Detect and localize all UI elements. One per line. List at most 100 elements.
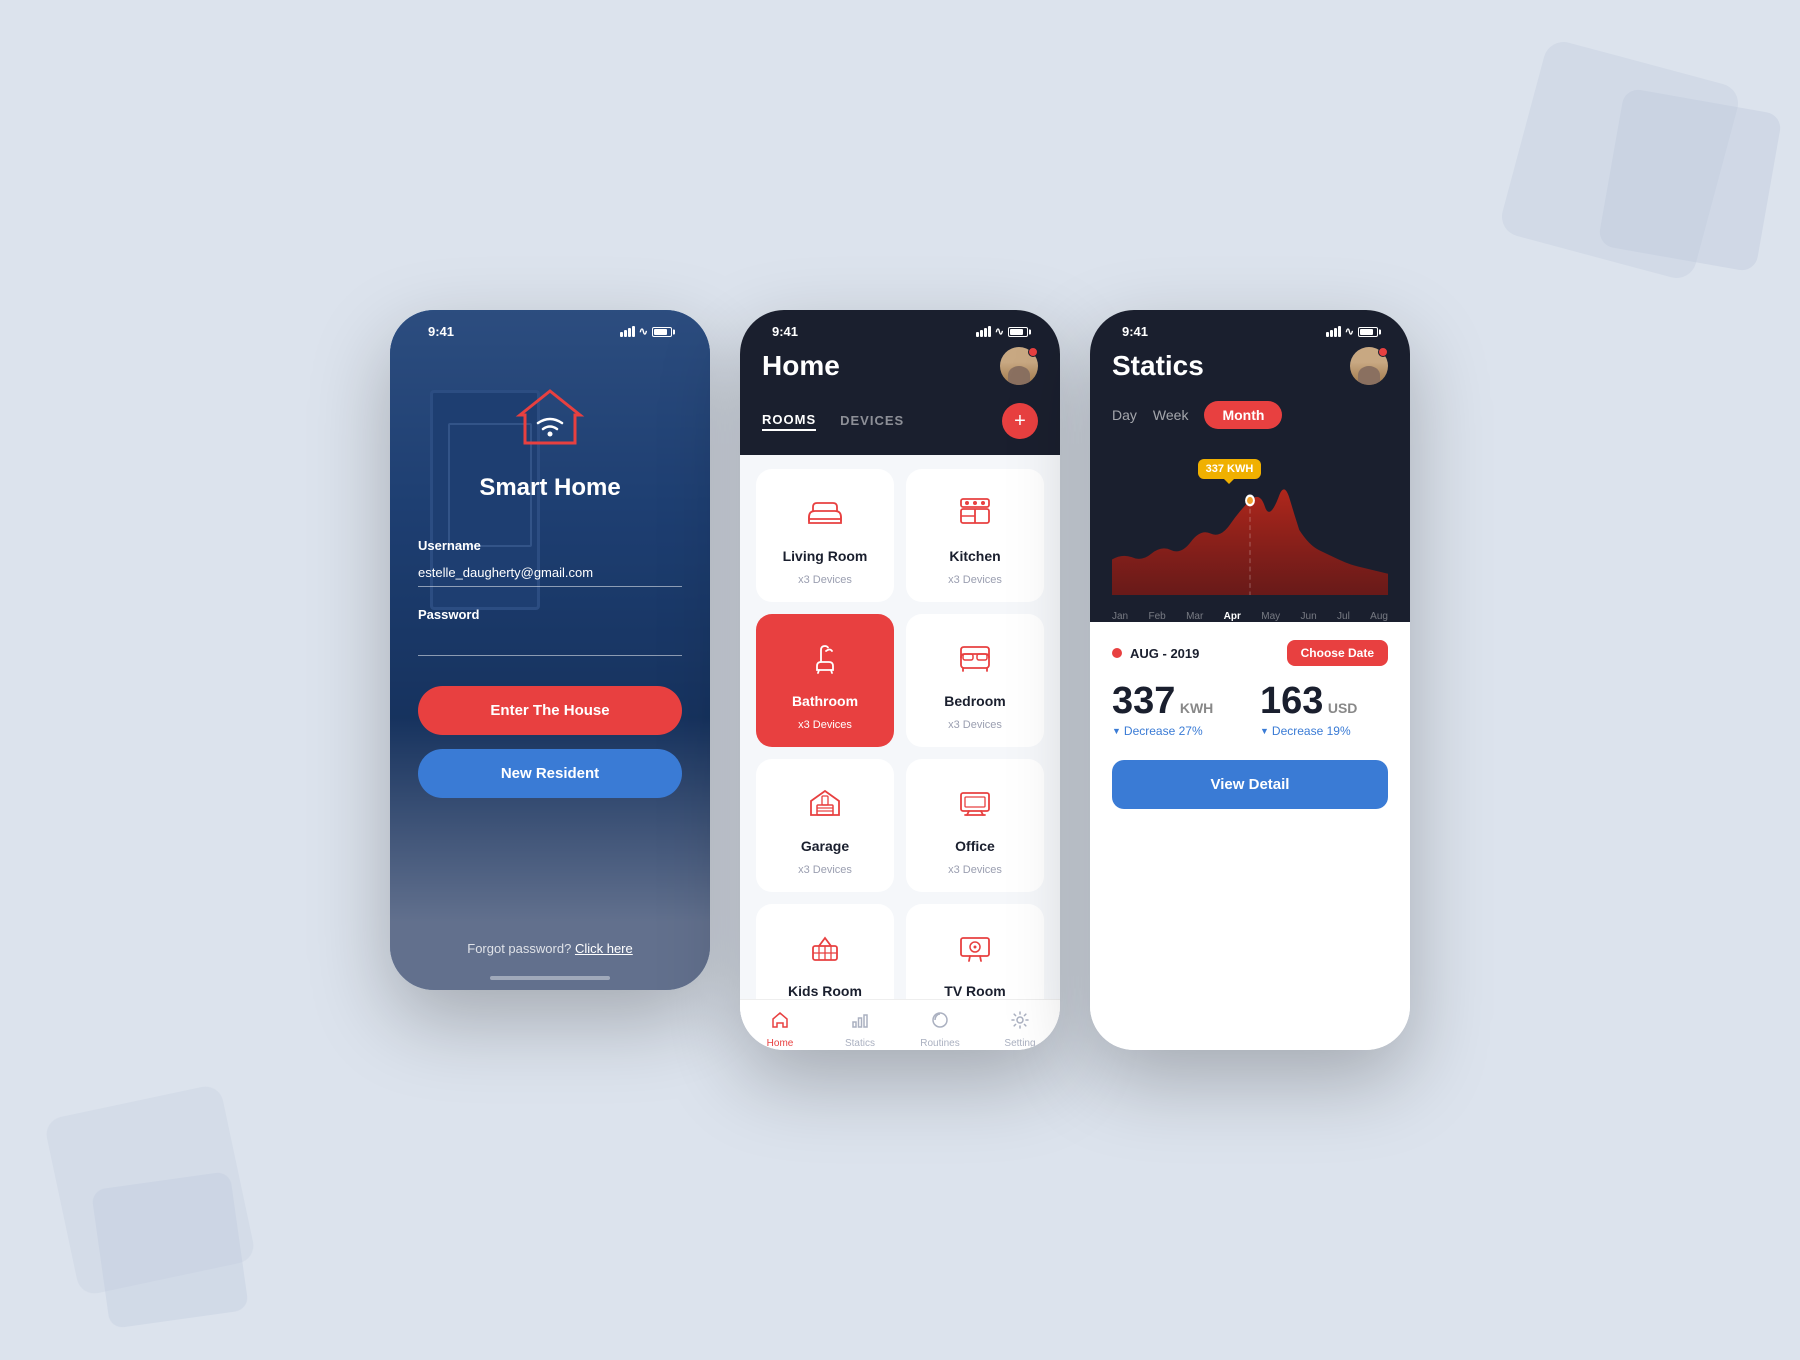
wifi-icon-3: ∿ — [1345, 325, 1354, 338]
nav-setting-2[interactable]: Setting — [980, 1010, 1060, 1049]
stats-values: 337 KWH Decrease 27% 163 USD Decrease 19… — [1112, 682, 1388, 738]
battery-icon-3 — [1358, 327, 1378, 337]
usd-change: Decrease 19% — [1260, 724, 1388, 738]
new-resident-button[interactable]: New Resident — [418, 749, 682, 798]
login-content: 9:41 ∿ — [390, 310, 710, 990]
month-may: May — [1261, 611, 1280, 622]
room-card-bedroom[interactable]: Bedroom x3 Devices — [906, 614, 1044, 747]
room-card-kitchen[interactable]: Kitchen x3 Devices — [906, 469, 1044, 602]
wifi-icon-1: ∿ — [639, 325, 648, 338]
nav-routines-2[interactable]: Routines — [900, 1010, 980, 1049]
kids-room-icon — [803, 924, 847, 973]
nav-home-2[interactable]: Home — [740, 1010, 820, 1049]
usd-value: 163 — [1260, 680, 1323, 722]
tv-room-icon — [953, 924, 997, 973]
add-button[interactable]: + — [1002, 403, 1038, 439]
kwh-value: 337 — [1112, 680, 1175, 722]
usd-block: 163 USD Decrease 19% — [1260, 682, 1388, 738]
statics-title-row: Statics — [1112, 347, 1388, 385]
username-group: Username — [418, 538, 682, 587]
room-card-office[interactable]: Office x3 Devices — [906, 759, 1044, 892]
avatar-wrapper — [1000, 347, 1038, 385]
home-title-row: Home — [762, 347, 1038, 385]
signal-icon-2 — [976, 326, 991, 337]
nav-setting-label-2: Setting — [1004, 1038, 1035, 1049]
bathroom-icon — [803, 634, 847, 683]
chart-container: 337 KWH Jan Feb Mar Apr May Jun Jul Aug — [1090, 445, 1410, 622]
room-card-living-room[interactable]: Living Room x3 Devices — [756, 469, 894, 602]
login-form: Username Password — [418, 538, 682, 676]
room-card-garage[interactable]: Garage x3 Devices — [756, 759, 894, 892]
period-week[interactable]: Week — [1153, 407, 1189, 423]
tab-rooms[interactable]: ROOMS — [762, 412, 816, 431]
stats-date-row: AUG - 2019 Choose Date — [1112, 640, 1388, 666]
home-indicator-1 — [490, 976, 610, 980]
month-apr: Apr — [1224, 611, 1241, 622]
statics-screen: 9:41 ∿ Statics — [1090, 310, 1410, 1050]
tab-devices[interactable]: DEVICES — [840, 413, 904, 430]
setting-nav-icon-2 — [1010, 1010, 1030, 1035]
notification-dot-3 — [1378, 347, 1388, 357]
statics-header: 9:41 ∿ Statics — [1090, 310, 1410, 445]
room-card-bathroom[interactable]: Bathroom x3 Devices — [756, 614, 894, 747]
screens-container: 9:41 ∿ — [390, 310, 1410, 1050]
bg-decoration-4 — [91, 1171, 249, 1329]
password-input[interactable] — [418, 628, 682, 656]
room-name-tv-room: TV Room — [944, 983, 1005, 999]
home-nav-icon-2 — [770, 1010, 790, 1035]
chart-tooltip: 337 KWH — [1198, 459, 1262, 479]
room-devices-bathroom: x3 Devices — [798, 719, 852, 731]
time-1: 9:41 — [428, 324, 454, 339]
choose-date-button[interactable]: Choose Date — [1287, 640, 1388, 666]
nav-routines-label-2: Routines — [920, 1038, 959, 1049]
kwh-block: 337 KWH Decrease 27% — [1112, 682, 1240, 738]
period-day[interactable]: Day — [1112, 407, 1137, 423]
room-name-garage: Garage — [801, 838, 849, 854]
password-group: Password — [418, 607, 682, 656]
routines-nav-icon-2 — [930, 1010, 950, 1035]
status-bar-1: 9:41 ∿ — [418, 310, 682, 347]
time-2: 9:41 — [772, 324, 798, 339]
statics-title: Statics — [1112, 350, 1204, 382]
logo-svg — [510, 377, 590, 457]
room-name-bedroom: Bedroom — [944, 693, 1005, 709]
month-jul: Jul — [1337, 611, 1350, 622]
rooms-grid: Living Room x3 Devices — [740, 455, 1060, 999]
room-name-office: Office — [955, 838, 995, 854]
room-card-kids-room[interactable]: Kids Room x3 Devices — [756, 904, 894, 999]
bottom-nav-2: Home Statics — [740, 999, 1060, 1050]
room-name-kitchen: Kitchen — [949, 548, 1000, 564]
month-aug: Aug — [1370, 611, 1388, 622]
status-icons-2: ∿ — [976, 325, 1028, 338]
stats-card: AUG - 2019 Choose Date 337 KWH Decrease … — [1090, 622, 1410, 1050]
room-name-bathroom: Bathroom — [792, 693, 858, 709]
home-screen: 9:41 ∿ Home — [740, 310, 1060, 1050]
view-detail-button[interactable]: View Detail — [1112, 760, 1388, 809]
username-label: Username — [418, 538, 682, 553]
date-dot — [1112, 648, 1122, 658]
period-month[interactable]: Month — [1204, 401, 1282, 429]
bedroom-icon — [953, 634, 997, 683]
bg-decoration-1 — [1498, 38, 1743, 283]
enter-house-button[interactable]: Enter The House — [418, 686, 682, 735]
status-icons-1: ∿ — [620, 325, 672, 338]
tabs-row: ROOMS DEVICES + — [762, 403, 1038, 439]
nav-statics-label-2: Statics — [845, 1038, 875, 1049]
month-mar: Mar — [1186, 611, 1203, 622]
kwh-value-row: 337 KWH — [1112, 682, 1240, 720]
home-body: Living Room x3 Devices — [740, 455, 1060, 1050]
status-icons-3: ∿ — [1326, 325, 1378, 338]
energy-chart — [1112, 465, 1388, 595]
kwh-change: Decrease 27% — [1112, 724, 1240, 738]
click-here-link[interactable]: Click here — [575, 941, 633, 956]
notification-dot — [1028, 347, 1038, 357]
usd-value-row: 163 USD — [1260, 682, 1388, 720]
room-name-living-room: Living Room — [783, 548, 868, 564]
status-bar-2: 9:41 ∿ — [762, 310, 1038, 347]
login-screen: 9:41 ∿ — [390, 310, 710, 990]
password-label: Password — [418, 607, 682, 622]
nav-statics-2[interactable]: Statics — [820, 1010, 900, 1049]
bg-decoration-3 — [43, 1083, 256, 1296]
username-input[interactable] — [418, 559, 682, 587]
room-card-tv-room[interactable]: TV Room x3 Devices — [906, 904, 1044, 999]
